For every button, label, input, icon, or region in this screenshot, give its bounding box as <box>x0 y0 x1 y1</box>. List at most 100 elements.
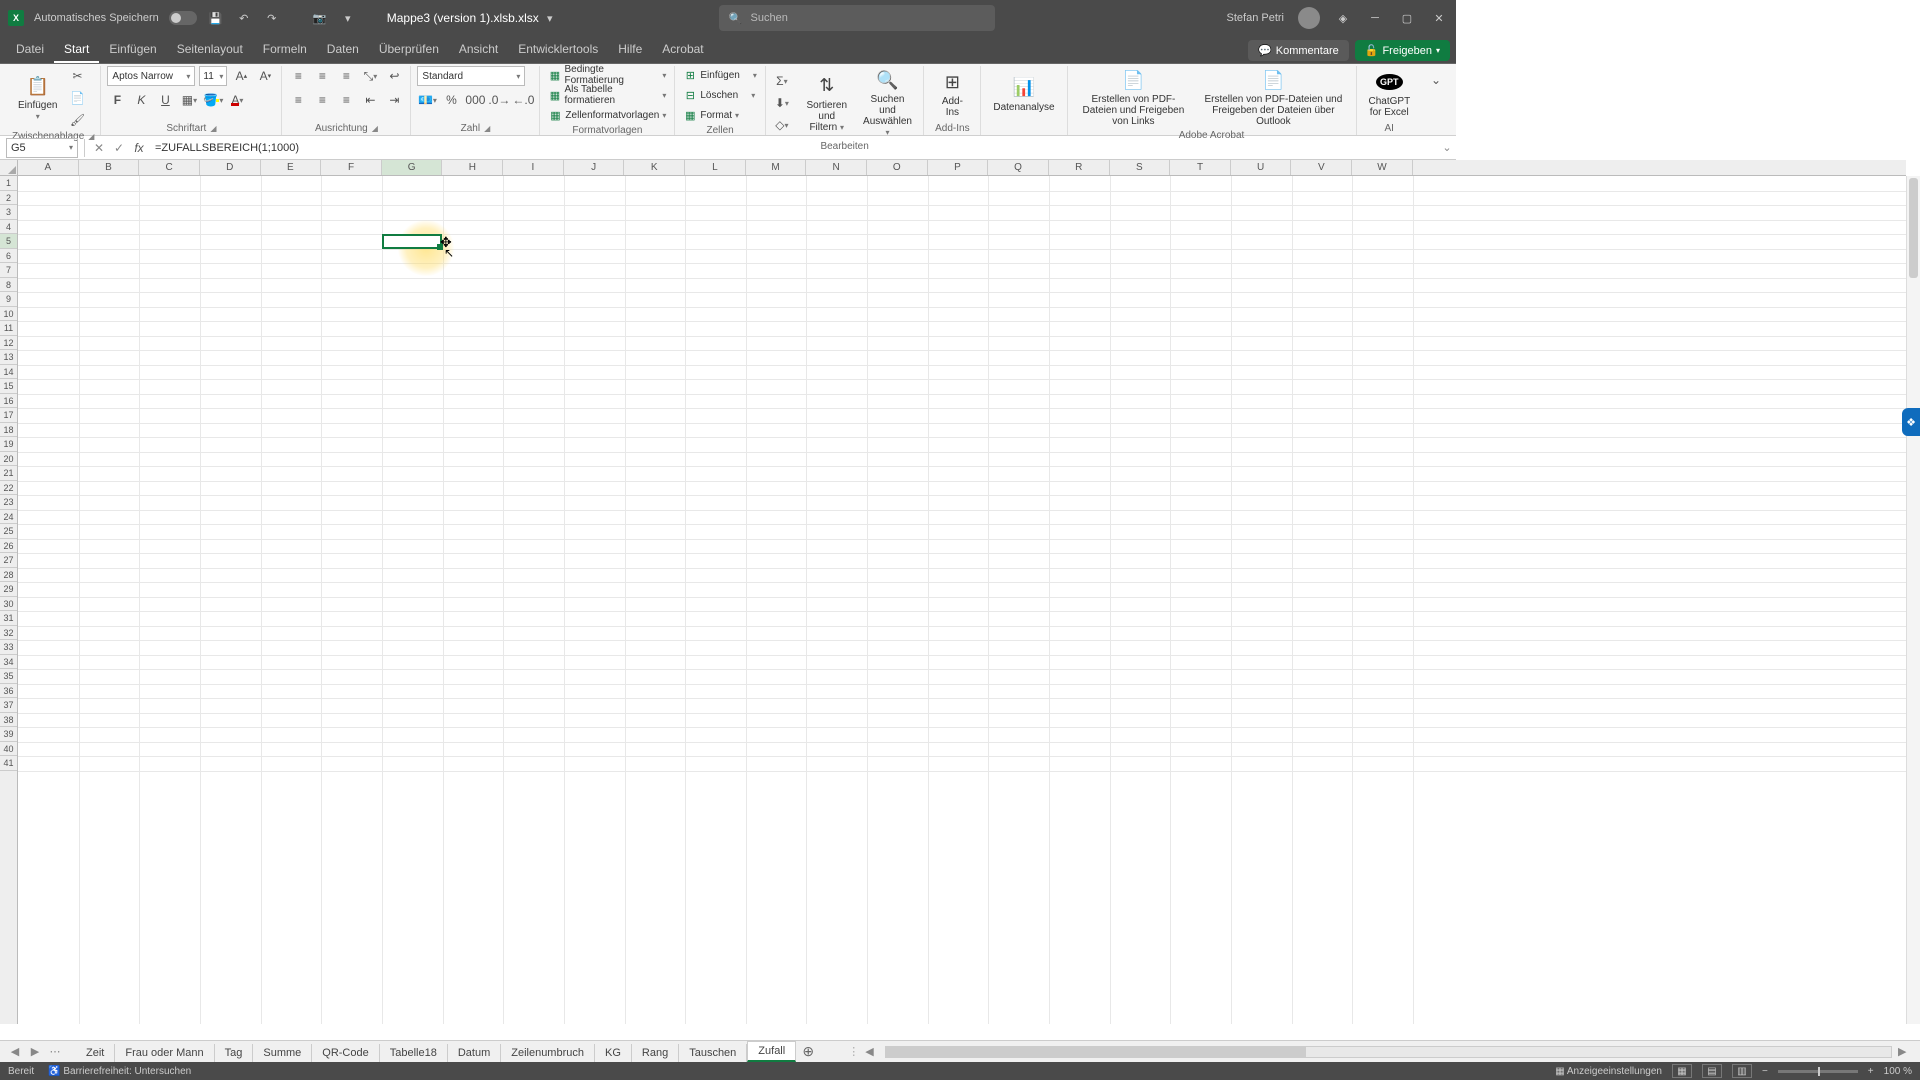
row-header-27[interactable]: 27 <box>0 553 17 568</box>
hscroll-right-icon[interactable]: ▶ <box>1898 1045 1912 1058</box>
align-bottom-icon[interactable]: ≡ <box>336 66 356 86</box>
row-header-23[interactable]: 23 <box>0 495 17 510</box>
row-header-38[interactable]: 38 <box>0 713 17 728</box>
zoom-slider[interactable] <box>1778 1070 1858 1073</box>
help-floating-button[interactable]: ❖ <box>1902 408 1920 436</box>
row-header-22[interactable]: 22 <box>0 481 17 496</box>
cell-styles-button[interactable]: ▦Zellenformatvorlagen▾ <box>546 106 668 124</box>
italic-button[interactable]: K <box>131 90 151 110</box>
col-header-N[interactable]: N <box>806 160 867 175</box>
row-header-19[interactable]: 19 <box>0 437 17 452</box>
align-middle-icon[interactable]: ≡ <box>312 66 332 86</box>
addins-button[interactable]: ⊞Add-Ins <box>930 68 974 120</box>
sheet-tab-tag[interactable]: Tag <box>215 1044 254 1062</box>
filename[interactable]: Mappe3 (version 1).xlsb.xlsx <box>387 11 539 25</box>
row-header-26[interactable]: 26 <box>0 539 17 554</box>
insert-cells-button[interactable]: ⊞Einfügen▾ <box>681 66 759 84</box>
row-header-2[interactable]: 2 <box>0 191 17 206</box>
row-header-30[interactable]: 30 <box>0 597 17 612</box>
diamond-icon[interactable]: ◈ <box>1334 9 1352 27</box>
tab-daten[interactable]: Daten <box>317 37 369 63</box>
row-header-36[interactable]: 36 <box>0 684 17 699</box>
align-center-icon[interactable]: ≡ <box>312 90 332 110</box>
formula-input[interactable]: =ZUFALLSBEREICH(1;1000) <box>149 142 1438 154</box>
increase-decimal-icon[interactable]: .0→ <box>489 90 509 110</box>
format-cells-button[interactable]: ▦Format▾ <box>681 106 759 124</box>
row-header-15[interactable]: 15 <box>0 379 17 394</box>
col-header-S[interactable]: S <box>1110 160 1171 175</box>
border-icon[interactable]: ▦▾ <box>179 90 199 110</box>
dialog-launcher-icon[interactable]: ◢ <box>484 124 490 133</box>
row-header-41[interactable]: 41 <box>0 756 17 771</box>
col-header-T[interactable]: T <box>1170 160 1231 175</box>
sheet-nav-next-icon[interactable]: ▶ <box>28 1045 42 1058</box>
display-settings-button[interactable]: ▦ Anzeigeeinstellungen <box>1555 1066 1662 1077</box>
increase-indent-icon[interactable]: ⇥ <box>384 90 404 110</box>
horizontal-scrollbar[interactable] <box>885 1046 1892 1058</box>
tab-start[interactable]: Start <box>54 37 99 63</box>
col-header-V[interactable]: V <box>1291 160 1352 175</box>
normal-view-icon[interactable]: ▦ <box>1672 1064 1692 1078</box>
col-header-H[interactable]: H <box>442 160 503 175</box>
row-header-16[interactable]: 16 <box>0 394 17 409</box>
cancel-formula-icon[interactable]: ✕ <box>89 138 109 158</box>
row-header-14[interactable]: 14 <box>0 365 17 380</box>
orientation-icon[interactable]: ⤡▾ <box>360 66 380 86</box>
hscroll-left-icon[interactable]: ◀ <box>865 1045 879 1058</box>
row-headers[interactable]: 1234567891011121314151617181920212223242… <box>0 176 18 1024</box>
search-box[interactable]: 🔍 Suchen <box>719 5 995 31</box>
tab-acrobat[interactable]: Acrobat <box>652 37 713 63</box>
row-header-10[interactable]: 10 <box>0 307 17 322</box>
format-as-table-button[interactable]: ▦Als Tabelle formatieren▾ <box>546 86 668 104</box>
bold-button[interactable]: F <box>107 90 127 110</box>
insert-function-icon[interactable]: fx <box>129 138 149 158</box>
tab-einfügen[interactable]: Einfügen <box>99 37 166 63</box>
col-header-P[interactable]: P <box>928 160 989 175</box>
sheet-tab-zufall[interactable]: Zufall <box>747 1041 796 1062</box>
undo-icon[interactable]: ↶ <box>235 9 253 27</box>
row-header-18[interactable]: 18 <box>0 423 17 438</box>
row-header-21[interactable]: 21 <box>0 466 17 481</box>
dialog-launcher-icon[interactable]: ◢ <box>210 124 216 133</box>
number-format-select[interactable]: Standard▾ <box>417 66 525 86</box>
row-header-39[interactable]: 39 <box>0 727 17 742</box>
zoom-in-icon[interactable]: + <box>1868 1066 1874 1077</box>
row-header-20[interactable]: 20 <box>0 452 17 467</box>
decrease-decimal-icon[interactable]: ←.0 <box>513 90 533 110</box>
select-all-button[interactable] <box>0 160 18 176</box>
col-header-A[interactable]: A <box>18 160 79 175</box>
col-header-L[interactable]: L <box>685 160 746 175</box>
paste-button[interactable]: 📋 Einfügen▾ <box>12 72 63 124</box>
sheet-tab-tabelle18[interactable]: Tabelle18 <box>380 1044 448 1062</box>
username[interactable]: Stefan Petri <box>1227 12 1284 24</box>
acrobat-pdf-outlook-button[interactable]: 📄Erstellen von PDF-Dateien und Freigeben… <box>1197 66 1349 129</box>
font-color-icon[interactable]: A▾ <box>227 90 247 110</box>
col-header-B[interactable]: B <box>79 160 140 175</box>
expand-formula-bar-icon[interactable]: ⌄ <box>1438 141 1456 154</box>
fill-icon[interactable]: ⬇▾ <box>772 93 792 113</box>
col-header-Q[interactable]: Q <box>988 160 1049 175</box>
chatgpt-button[interactable]: GPTChatGPT for Excel <box>1363 68 1417 120</box>
hscroll-thumb[interactable] <box>886 1047 1306 1057</box>
autosum-icon[interactable]: Σ▾ <box>772 71 792 91</box>
sheet-tab-qr-code[interactable]: QR-Code <box>312 1044 379 1062</box>
fill-color-icon[interactable]: 🪣▾ <box>203 90 223 110</box>
save-icon[interactable]: 💾 <box>207 9 225 27</box>
page-break-view-icon[interactable]: ▥ <box>1732 1064 1752 1078</box>
accessibility-status[interactable]: ♿ Barrierefreiheit: Untersuchen <box>48 1066 191 1077</box>
row-header-32[interactable]: 32 <box>0 626 17 641</box>
format-painter-icon[interactable]: 🖌 <box>67 110 87 130</box>
decrease-indent-icon[interactable]: ⇤ <box>360 90 380 110</box>
sheet-tab-frau-oder-mann[interactable]: Frau oder Mann <box>115 1044 214 1062</box>
align-right-icon[interactable]: ≡ <box>336 90 356 110</box>
wrap-text-icon[interactable]: ↩ <box>384 66 404 86</box>
avatar[interactable] <box>1298 7 1320 29</box>
col-header-E[interactable]: E <box>261 160 322 175</box>
col-header-K[interactable]: K <box>624 160 685 175</box>
row-header-17[interactable]: 17 <box>0 408 17 423</box>
autosave-toggle[interactable] <box>169 11 197 25</box>
row-header-5[interactable]: 5 <box>0 234 17 249</box>
percent-icon[interactable]: % <box>441 90 461 110</box>
vertical-scrollbar[interactable] <box>1906 176 1920 1024</box>
sheet-tab-tauschen[interactable]: Tauschen <box>679 1044 747 1062</box>
